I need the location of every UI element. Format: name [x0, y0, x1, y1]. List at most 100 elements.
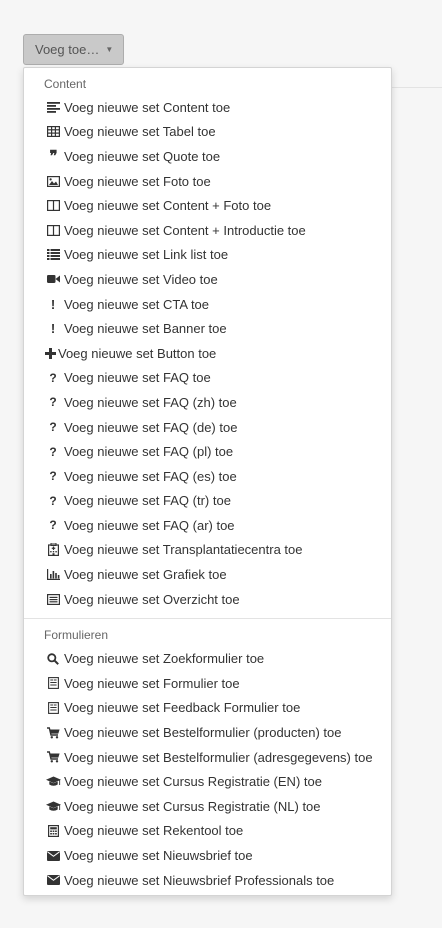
question-icon: ? [49, 370, 57, 385]
graduation-cap-icon [45, 775, 61, 789]
plus-icon [43, 346, 57, 360]
menu-item-label: Voeg nieuwe set Tabel toe [64, 124, 216, 140]
menu-item-label: Voeg nieuwe set FAQ toe [64, 370, 211, 386]
menu-item[interactable]: ? Voeg nieuwe set FAQ (pl) toe [24, 439, 391, 464]
table-icon [45, 125, 61, 139]
menu-item-label: Voeg nieuwe set Nieuwsbrief Professional… [64, 872, 335, 888]
menu-item-label: Voeg nieuwe set Feedback Formulier toe [64, 700, 301, 716]
columns-icon [45, 199, 61, 213]
menu-item-label: Voeg nieuwe set FAQ (de) toe [64, 419, 238, 435]
columns-icon [45, 223, 61, 237]
exclamation-icon: ! [50, 321, 56, 337]
question-icon: ? [49, 444, 57, 459]
menu-item-label: Voeg nieuwe set Nieuwsbrief toe [64, 848, 253, 864]
menu-item[interactable]: Voeg nieuwe set Bestelformulier (product… [24, 720, 391, 745]
list-alt-icon [45, 592, 61, 606]
menu-item[interactable]: Voeg nieuwe set Overzicht toe [24, 587, 391, 612]
menu-item-label: Voeg nieuwe set Link list toe [64, 247, 229, 263]
menu-item[interactable]: Voeg nieuwe set Content + Introductie to… [24, 218, 391, 243]
question-icon: ? [49, 493, 57, 508]
question-icon: ? [49, 420, 57, 435]
menu-item[interactable]: Voeg nieuwe set Cursus Registratie (EN) … [24, 769, 391, 794]
menu-item-label: Voeg nieuwe set Button toe [58, 345, 217, 361]
menu-item-label: Voeg nieuwe set Video toe [64, 271, 218, 287]
menu-item[interactable]: ? Voeg nieuwe set FAQ (tr) toe [24, 489, 391, 514]
menu-item-label: Voeg nieuwe set Cursus Registratie (NL) … [64, 798, 321, 814]
menu-item[interactable]: Voeg nieuwe set Cursus Registratie (NL) … [24, 794, 391, 819]
menu-item-label: Voeg nieuwe set Banner toe [64, 321, 227, 337]
menu-item-label: Voeg nieuwe set Cursus Registratie (EN) … [64, 774, 322, 790]
menu-divider [24, 618, 391, 620]
menu-item-label: Voeg nieuwe set Content + Foto toe [64, 198, 272, 214]
menu-item-label: Voeg nieuwe set Content toe [64, 99, 231, 115]
menu-item-label: Voeg nieuwe set Formulier toe [64, 675, 240, 691]
menu-item-label: Voeg nieuwe set Foto toe [64, 173, 211, 189]
menu-item-label: Voeg nieuwe set FAQ (ar) toe [64, 517, 235, 533]
bar-chart-icon [45, 568, 61, 582]
menu-item[interactable]: Voeg nieuwe set Zoekformulier toe [24, 646, 391, 671]
menu-item-label: Voeg nieuwe set Quote toe [64, 148, 221, 164]
menu-section-header: Formulieren [44, 628, 109, 643]
menu-item[interactable]: Voeg nieuwe set Feedback Formulier toe [24, 696, 391, 721]
menu-item[interactable]: ? Voeg nieuwe set FAQ (es) toe [24, 464, 391, 489]
shopping-cart-icon [45, 750, 61, 764]
hospital-icon [45, 543, 61, 557]
menu-item[interactable]: ! Voeg nieuwe set Banner toe [24, 316, 391, 341]
question-icon: ? [49, 469, 57, 484]
menu-item-label: Voeg nieuwe set Zoekformulier toe [64, 651, 265, 667]
menu-item-label: Voeg nieuwe set Grafiek toe [64, 567, 227, 583]
menu-item[interactable]: Voeg nieuwe set Content + Foto toe [24, 193, 391, 218]
menu-item[interactable]: ❞ Voeg nieuwe set Quote toe [24, 144, 391, 169]
menu-item[interactable]: Voeg nieuwe set Bestelformulier (adresge… [24, 745, 391, 770]
video-camera-icon [45, 272, 61, 286]
menu-section-header: Content [44, 77, 87, 91]
menu-item[interactable]: Voeg nieuwe set Formulier toe [24, 671, 391, 696]
menu-item-label: Voeg nieuwe set Bestelformulier (adresge… [64, 749, 373, 765]
envelope-icon [45, 849, 61, 863]
align-left-icon [45, 100, 61, 114]
menu-item[interactable]: ! Voeg nieuwe set CTA toe [24, 292, 391, 317]
menu-item[interactable]: Voeg nieuwe set Nieuwsbrief Professional… [24, 868, 391, 893]
menu-item[interactable]: Voeg nieuwe set Nieuwsbrief toe [24, 843, 391, 868]
menu-item[interactable]: Voeg nieuwe set Video toe [24, 267, 391, 292]
menu-item-label: Voeg nieuwe set Transplantatiecentra toe [64, 542, 303, 558]
exclamation-icon: ! [50, 296, 56, 312]
menu-item[interactable]: ? Voeg nieuwe set FAQ toe [24, 366, 391, 391]
shopping-cart-icon [45, 726, 61, 740]
menu-item[interactable]: Voeg nieuwe set Button toe [24, 341, 391, 366]
menu-item[interactable]: Voeg nieuwe set Rekentool toe [24, 819, 391, 844]
add-dropdown-button[interactable]: Voeg toe… ▼ [23, 34, 125, 65]
menu-item-label: Voeg nieuwe set CTA toe [64, 296, 210, 312]
menu-item[interactable]: Voeg nieuwe set Foto toe [24, 169, 391, 194]
menu-item[interactable]: Voeg nieuwe set Transplantatiecentra toe [24, 538, 391, 563]
quote-icon: ❞ [49, 147, 57, 166]
menu-item-label: Voeg nieuwe set Overzicht toe [64, 591, 240, 607]
menu-item[interactable]: Voeg nieuwe set Tabel toe [24, 120, 391, 145]
menu-item-label: Voeg nieuwe set Bestelformulier (product… [64, 725, 342, 741]
envelope-icon [45, 873, 61, 887]
menu-item-label: Voeg nieuwe set Rekentool toe [64, 823, 244, 839]
menu-item[interactable]: ? Voeg nieuwe set FAQ (de) toe [24, 415, 391, 440]
menu-item[interactable]: ? Voeg nieuwe set FAQ (zh) toe [24, 390, 391, 415]
search-icon [45, 652, 61, 666]
question-icon: ? [49, 395, 57, 410]
add-dropdown-label: Voeg toe… [35, 42, 100, 57]
menu-item-label: Voeg nieuwe set FAQ (pl) toe [64, 444, 234, 460]
add-set-dropdown-menu: Content Voeg nieuwe set Content toe Voeg n… [23, 67, 392, 896]
list-icon [45, 248, 61, 262]
menu-item[interactable]: ? Voeg nieuwe set FAQ (ar) toe [24, 513, 391, 538]
image-icon [45, 174, 61, 188]
form-icon [45, 676, 61, 690]
menu-item[interactable]: Voeg nieuwe set Content toe [24, 95, 391, 120]
caret-down-icon: ▼ [105, 45, 114, 54]
form-icon [45, 701, 61, 715]
menu-item-label: Voeg nieuwe set Content + Introductie to… [64, 222, 306, 238]
menu-item[interactable]: Voeg nieuwe set Grafiek toe [24, 562, 391, 587]
calculator-icon [45, 824, 61, 838]
graduation-cap-icon [45, 799, 61, 813]
question-icon: ? [49, 518, 57, 533]
menu-item-label: Voeg nieuwe set FAQ (zh) toe [64, 394, 237, 410]
menu-item-label: Voeg nieuwe set FAQ (es) toe [64, 468, 237, 484]
menu-item[interactable]: Voeg nieuwe set Link list toe [24, 243, 391, 268]
menu-item-label: Voeg nieuwe set FAQ (tr) toe [64, 493, 231, 509]
